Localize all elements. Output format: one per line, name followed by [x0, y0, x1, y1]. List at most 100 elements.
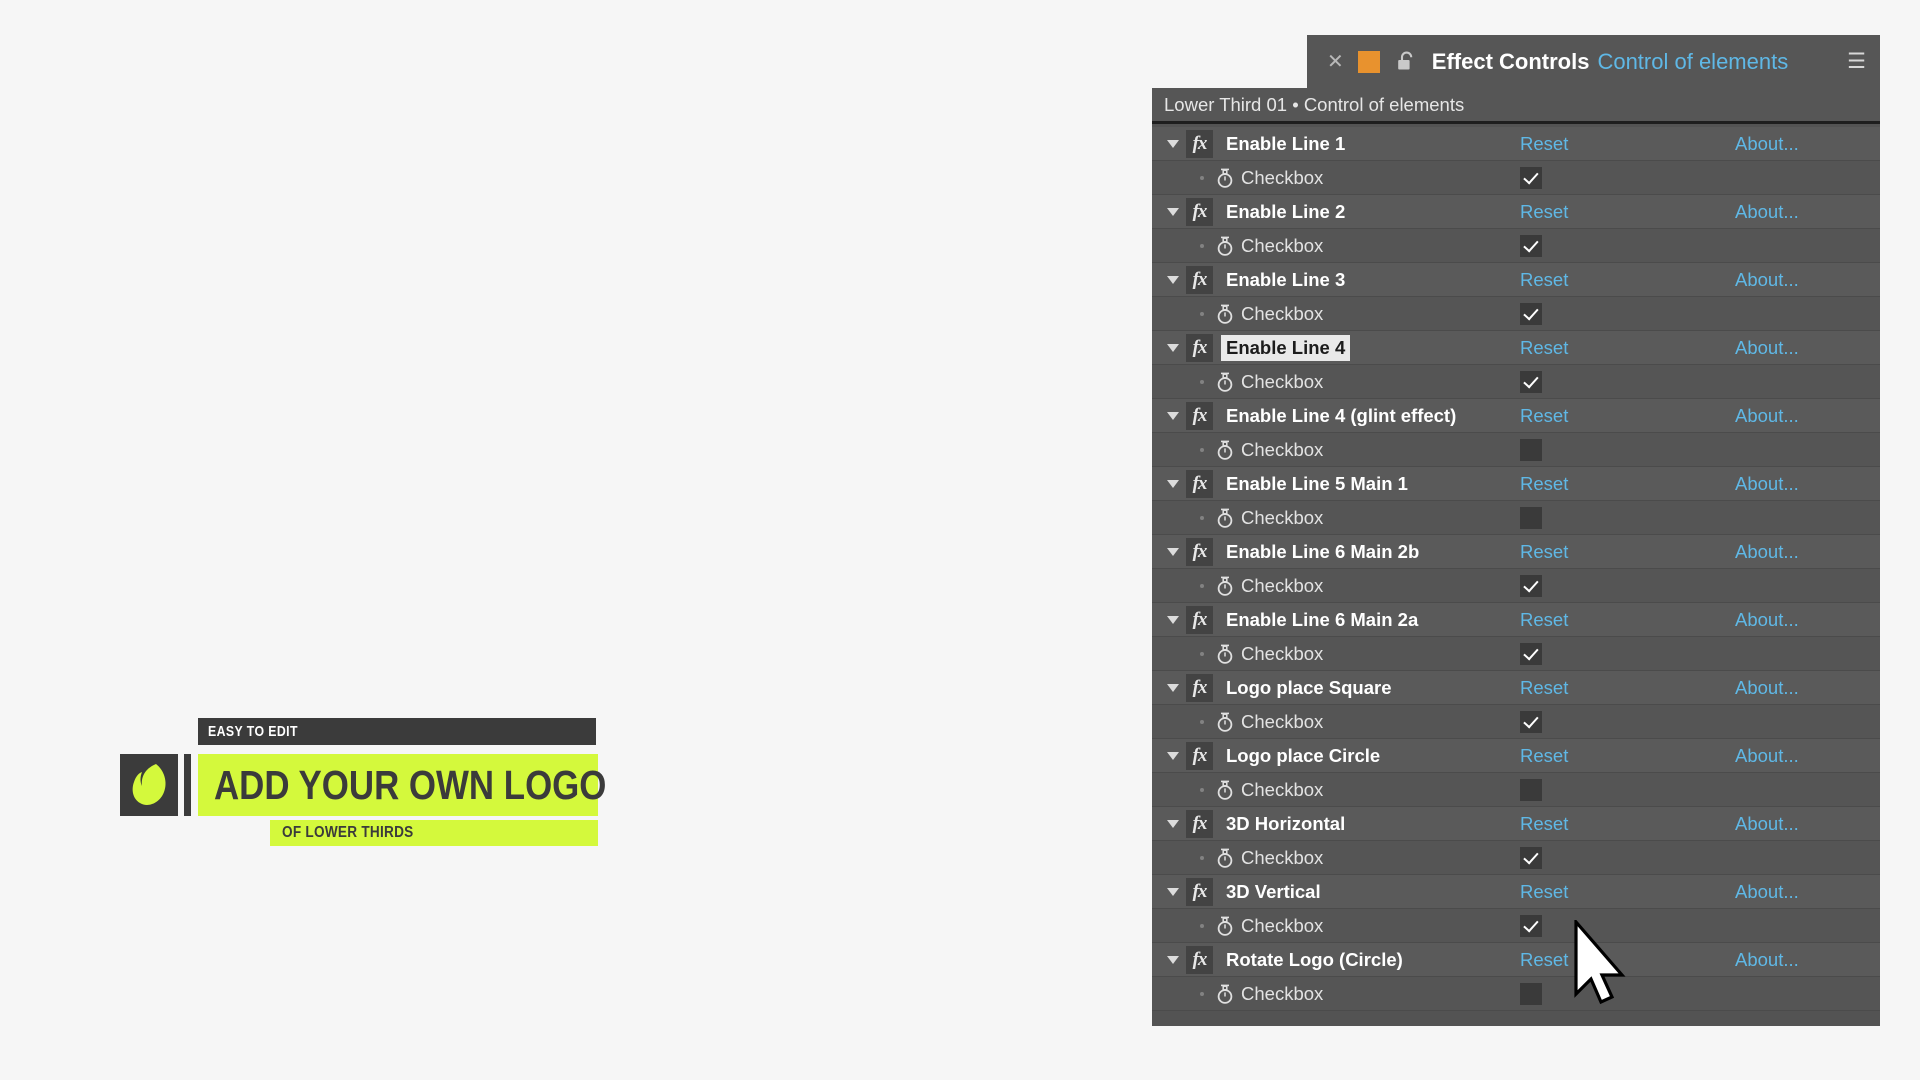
checkbox[interactable] — [1520, 778, 1542, 801]
reset-button[interactable]: Reset — [1520, 541, 1568, 563]
reset-button[interactable]: Reset — [1520, 473, 1568, 495]
about-button[interactable]: About... — [1735, 677, 1799, 699]
checkbox[interactable] — [1520, 438, 1542, 461]
effect-row[interactable]: fx Enable Line 4 Reset About... — [1152, 331, 1880, 365]
checkbox[interactable] — [1520, 574, 1542, 597]
triangle-down-icon[interactable] — [1166, 807, 1180, 841]
effect-name[interactable]: Rotate Logo (Circle) — [1221, 947, 1408, 973]
effect-name[interactable]: Enable Line 4 — [1221, 334, 1351, 361]
stopwatch-icon[interactable] — [1215, 235, 1235, 257]
checkbox[interactable] — [1520, 166, 1542, 189]
stopwatch-icon[interactable] — [1215, 847, 1235, 869]
hamburger-menu-icon[interactable]: ☰ — [1847, 51, 1866, 72]
reset-button[interactable]: Reset — [1520, 405, 1568, 427]
checkbox[interactable] — [1520, 982, 1542, 1005]
reset-button[interactable]: Reset — [1520, 201, 1568, 223]
about-button[interactable]: About... — [1735, 133, 1799, 155]
reset-button[interactable]: Reset — [1520, 677, 1568, 699]
checkbox[interactable] — [1520, 234, 1542, 257]
about-button[interactable]: About... — [1735, 541, 1799, 563]
effect-name[interactable]: Enable Line 5 Main 1 — [1221, 471, 1413, 497]
effect-row[interactable]: fx Enable Line 6 Main 2a Reset About... — [1152, 603, 1880, 637]
triangle-down-icon[interactable] — [1166, 603, 1180, 637]
stopwatch-icon[interactable] — [1215, 167, 1235, 189]
fx-icon[interactable]: fx — [1186, 673, 1213, 702]
reset-button[interactable]: Reset — [1520, 269, 1568, 291]
effect-row[interactable]: fx Enable Line 4 (glint effect) Reset About… — [1152, 399, 1880, 433]
reset-button[interactable]: Reset — [1520, 609, 1568, 631]
stopwatch-icon[interactable] — [1215, 575, 1235, 597]
unlocked-lock-icon[interactable] — [1396, 51, 1416, 73]
effect-name[interactable]: Enable Line 6 Main 2a — [1221, 607, 1423, 633]
stopwatch-icon[interactable] — [1215, 439, 1235, 461]
reset-button[interactable]: Reset — [1520, 133, 1568, 155]
triangle-down-icon[interactable] — [1166, 331, 1180, 365]
effect-name[interactable]: Enable Line 2 — [1221, 199, 1350, 225]
reset-button[interactable]: Reset — [1520, 813, 1568, 835]
fx-icon[interactable]: fx — [1186, 877, 1213, 906]
about-button[interactable]: About... — [1735, 473, 1799, 495]
reset-button[interactable]: Reset — [1520, 881, 1568, 903]
effect-row[interactable]: fx Enable Line 6 Main 2b Reset About... — [1152, 535, 1880, 569]
fx-icon[interactable]: fx — [1186, 741, 1213, 770]
reset-button[interactable]: Reset — [1520, 745, 1568, 767]
about-button[interactable]: About... — [1735, 881, 1799, 903]
triangle-down-icon[interactable] — [1166, 739, 1180, 773]
checkbox[interactable] — [1520, 846, 1542, 869]
about-button[interactable]: About... — [1735, 813, 1799, 835]
fx-icon[interactable]: fx — [1186, 333, 1213, 362]
about-button[interactable]: About... — [1735, 201, 1799, 223]
effect-row[interactable]: fx Enable Line 2 Reset About... — [1152, 195, 1880, 229]
effect-row[interactable]: fx Logo place Square Reset About... — [1152, 671, 1880, 705]
effect-row[interactable]: fx 3D Horizontal Reset About... — [1152, 807, 1880, 841]
effect-row[interactable]: fx Enable Line 1 Reset About... — [1152, 127, 1880, 161]
fx-icon[interactable]: fx — [1186, 401, 1213, 430]
fx-icon[interactable]: fx — [1186, 469, 1213, 498]
effect-name[interactable]: Logo place Circle — [1221, 743, 1385, 769]
checkbox[interactable] — [1520, 370, 1542, 393]
effect-row[interactable]: fx Enable Line 5 Main 1 Reset About... — [1152, 467, 1880, 501]
effect-row[interactable]: fx Enable Line 3 Reset About... — [1152, 263, 1880, 297]
effect-name[interactable]: Logo place Square — [1221, 675, 1397, 701]
checkbox[interactable] — [1520, 642, 1542, 665]
fx-icon[interactable]: fx — [1186, 265, 1213, 294]
stopwatch-icon[interactable] — [1215, 915, 1235, 937]
triangle-down-icon[interactable] — [1166, 399, 1180, 433]
stopwatch-icon[interactable] — [1215, 983, 1235, 1005]
checkbox[interactable] — [1520, 914, 1542, 937]
effect-name[interactable]: Enable Line 6 Main 2b — [1221, 539, 1424, 565]
triangle-down-icon[interactable] — [1166, 195, 1180, 229]
fx-icon[interactable]: fx — [1186, 197, 1213, 226]
stopwatch-icon[interactable] — [1215, 371, 1235, 393]
about-button[interactable]: About... — [1735, 609, 1799, 631]
stopwatch-icon[interactable] — [1215, 303, 1235, 325]
fx-icon[interactable]: fx — [1186, 129, 1213, 158]
stopwatch-icon[interactable] — [1215, 779, 1235, 801]
effect-row[interactable]: fx 3D Vertical Reset About... — [1152, 875, 1880, 909]
triangle-down-icon[interactable] — [1166, 263, 1180, 297]
about-button[interactable]: About... — [1735, 337, 1799, 359]
checkbox[interactable] — [1520, 710, 1542, 733]
effect-name[interactable]: Enable Line 3 — [1221, 267, 1350, 293]
triangle-down-icon[interactable] — [1166, 127, 1180, 161]
fx-icon[interactable]: fx — [1186, 945, 1213, 974]
effect-name[interactable]: Enable Line 4 (glint effect) — [1221, 403, 1461, 429]
about-button[interactable]: About... — [1735, 269, 1799, 291]
fx-icon[interactable]: fx — [1186, 605, 1213, 634]
effect-name[interactable]: Enable Line 1 — [1221, 131, 1350, 157]
reset-button[interactable]: Reset — [1520, 337, 1568, 359]
reset-button[interactable]: Reset — [1520, 949, 1568, 971]
effect-row[interactable]: fx Rotate Logo (Circle) Reset About... — [1152, 943, 1880, 977]
stopwatch-icon[interactable] — [1215, 643, 1235, 665]
checkbox[interactable] — [1520, 302, 1542, 325]
triangle-down-icon[interactable] — [1166, 467, 1180, 501]
stopwatch-icon[interactable] — [1215, 507, 1235, 529]
fx-icon[interactable]: fx — [1186, 537, 1213, 566]
about-button[interactable]: About... — [1735, 745, 1799, 767]
close-icon[interactable]: ✕ — [1327, 52, 1344, 72]
checkbox[interactable] — [1520, 506, 1542, 529]
about-button[interactable]: About... — [1735, 949, 1799, 971]
fx-icon[interactable]: fx — [1186, 809, 1213, 838]
stopwatch-icon[interactable] — [1215, 711, 1235, 733]
about-button[interactable]: About... — [1735, 405, 1799, 427]
